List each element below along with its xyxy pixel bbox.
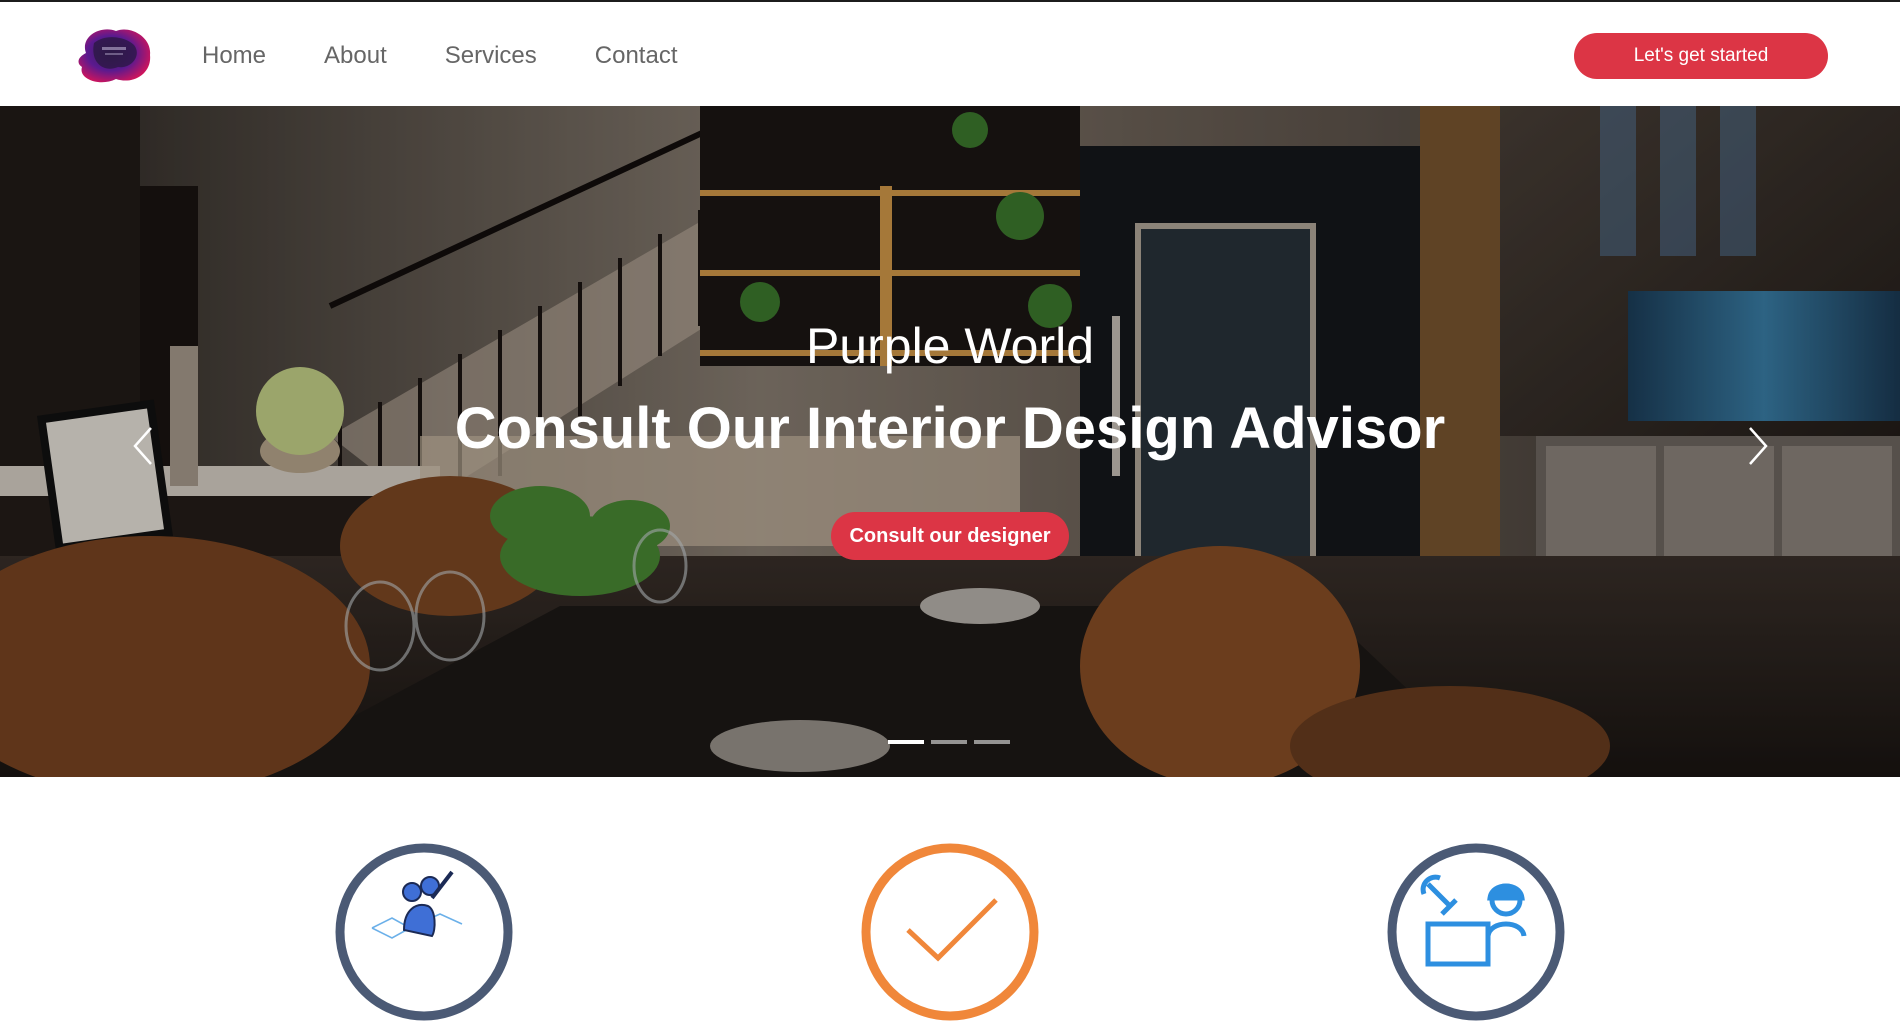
consult-designer-button[interactable]: Consult our designer [831, 512, 1069, 560]
chevron-left-icon[interactable] [123, 418, 163, 474]
nav-contact-link[interactable]: Contact [595, 42, 678, 70]
nav-home-link[interactable]: Home [202, 42, 266, 70]
carousel-indicator[interactable] [931, 740, 967, 744]
nav-services-link[interactable]: Services [445, 42, 537, 70]
purple-blob-logo[interactable] [72, 23, 154, 87]
carousel-indicator[interactable] [888, 740, 924, 744]
carousel-indicator[interactable] [974, 740, 1010, 744]
main-nav: Home About Services Contact [202, 42, 736, 70]
navbar: Home About Services Contact Let's get st… [0, 2, 1900, 106]
hero-eyebrow: Purple World [805, 318, 1095, 374]
checkmark-icon [858, 840, 1042, 1024]
hero-title: Consult Our Interior Design Advisor [454, 396, 1446, 461]
chevron-right-icon[interactable] [1738, 418, 1778, 474]
engineer-tools-icon [1384, 840, 1568, 1024]
hero-carousel: Purple World Consult Our Interior Design… [0, 106, 1900, 777]
designer-drawing-icon [332, 840, 516, 1024]
carousel-indicators [888, 740, 1017, 744]
get-started-button[interactable]: Let's get started [1574, 33, 1828, 79]
nav-about-link[interactable]: About [324, 42, 387, 70]
